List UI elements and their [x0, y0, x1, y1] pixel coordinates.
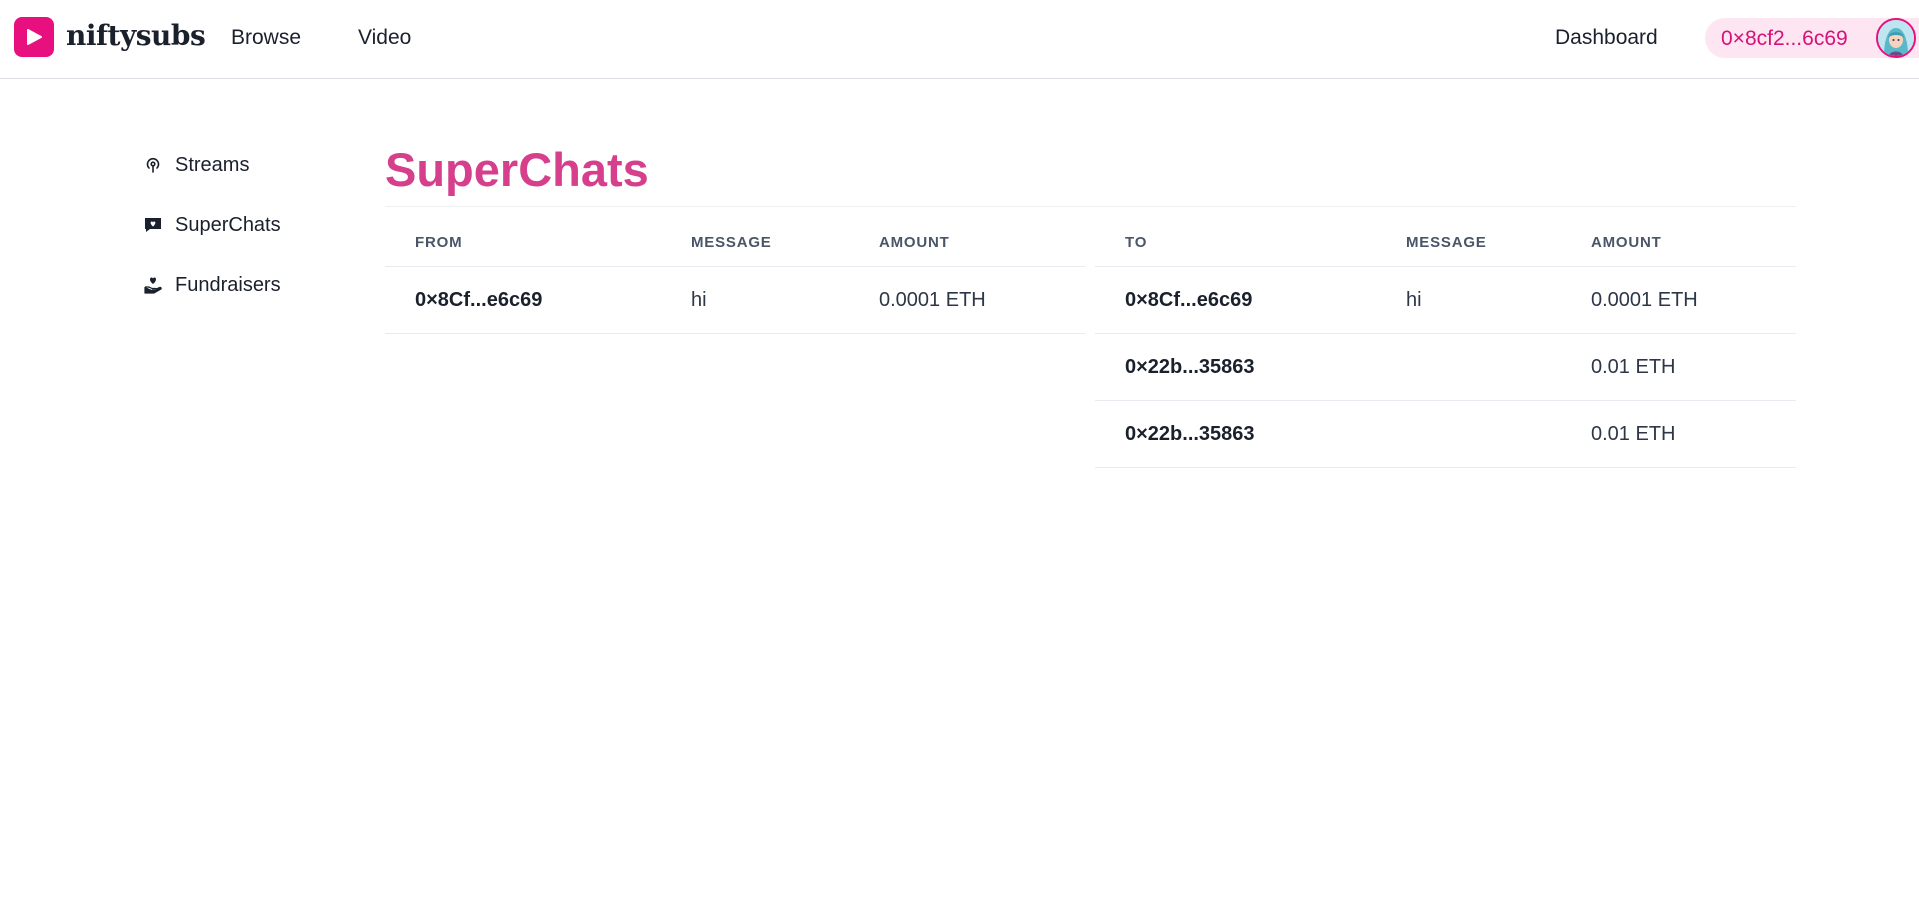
- nav-browse-link[interactable]: Browse: [231, 26, 301, 50]
- superchats-to-table: TO MESSAGE AMOUNT 0×8Cf...e6c69 hi 0.000…: [1095, 207, 1796, 468]
- nav-dashboard-link[interactable]: Dashboard: [1555, 26, 1658, 50]
- amount-text: 0.01 ETH: [1591, 423, 1676, 445]
- amount-text: 0.0001 ETH: [879, 289, 986, 311]
- to-address[interactable]: 0×8Cf...e6c69: [1125, 289, 1252, 312]
- column-header-from: FROM: [415, 234, 463, 251]
- column-header-message: MESSAGE: [1406, 234, 1487, 251]
- column-header-message: MESSAGE: [691, 234, 772, 251]
- sidebar-item-label: SuperChats: [175, 214, 281, 236]
- niftysubs-logo-icon[interactable]: [14, 17, 54, 57]
- table-header: FROM MESSAGE AMOUNT: [385, 207, 1085, 267]
- table-header: TO MESSAGE AMOUNT: [1095, 207, 1796, 267]
- chat-bubble-heart-icon: [145, 218, 161, 232]
- play-icon: [27, 29, 42, 45]
- amount-text: 0.01 ETH: [1591, 356, 1676, 378]
- wallet-address: 0×8cf2...6c69: [1721, 27, 1848, 50]
- column-header-amount: AMOUNT: [879, 234, 950, 251]
- to-address[interactable]: 0×22b...35863: [1125, 356, 1255, 379]
- message-text: hi: [1406, 289, 1422, 311]
- table-row: 0×22b...35863 0.01 ETH: [1095, 401, 1796, 468]
- nav-video-link[interactable]: Video: [358, 26, 411, 50]
- superchats-from-table: FROM MESSAGE AMOUNT 0×8Cf...e6c69 hi 0.0…: [385, 207, 1085, 334]
- top-navbar: niftysubs Browse Video Dashboard 0×8cf2.…: [0, 0, 1919, 79]
- column-header-to: TO: [1125, 234, 1148, 251]
- avatar-illustration-icon: [1878, 20, 1914, 56]
- message-text: hi: [691, 289, 707, 311]
- from-address[interactable]: 0×8Cf...e6c69: [415, 289, 542, 312]
- sidebar-item-label: Streams: [175, 154, 250, 176]
- table-row: 0×22b...35863 0.01 ETH: [1095, 334, 1796, 401]
- avatar[interactable]: [1876, 18, 1916, 58]
- broadcast-icon: [146, 157, 160, 173]
- hand-heart-icon: [144, 277, 162, 294]
- table-row: 0×8Cf...e6c69 hi 0.0001 ETH: [385, 267, 1085, 334]
- amount-text: 0.0001 ETH: [1591, 289, 1698, 311]
- column-header-amount: AMOUNT: [1591, 234, 1662, 251]
- table-row: 0×8Cf...e6c69 hi 0.0001 ETH: [1095, 267, 1796, 334]
- page-title: SuperChats: [385, 143, 649, 196]
- to-address[interactable]: 0×22b...35863: [1125, 423, 1255, 446]
- brand-name[interactable]: niftysubs: [66, 19, 206, 52]
- sidebar-item-label: Fundraisers: [175, 274, 281, 296]
